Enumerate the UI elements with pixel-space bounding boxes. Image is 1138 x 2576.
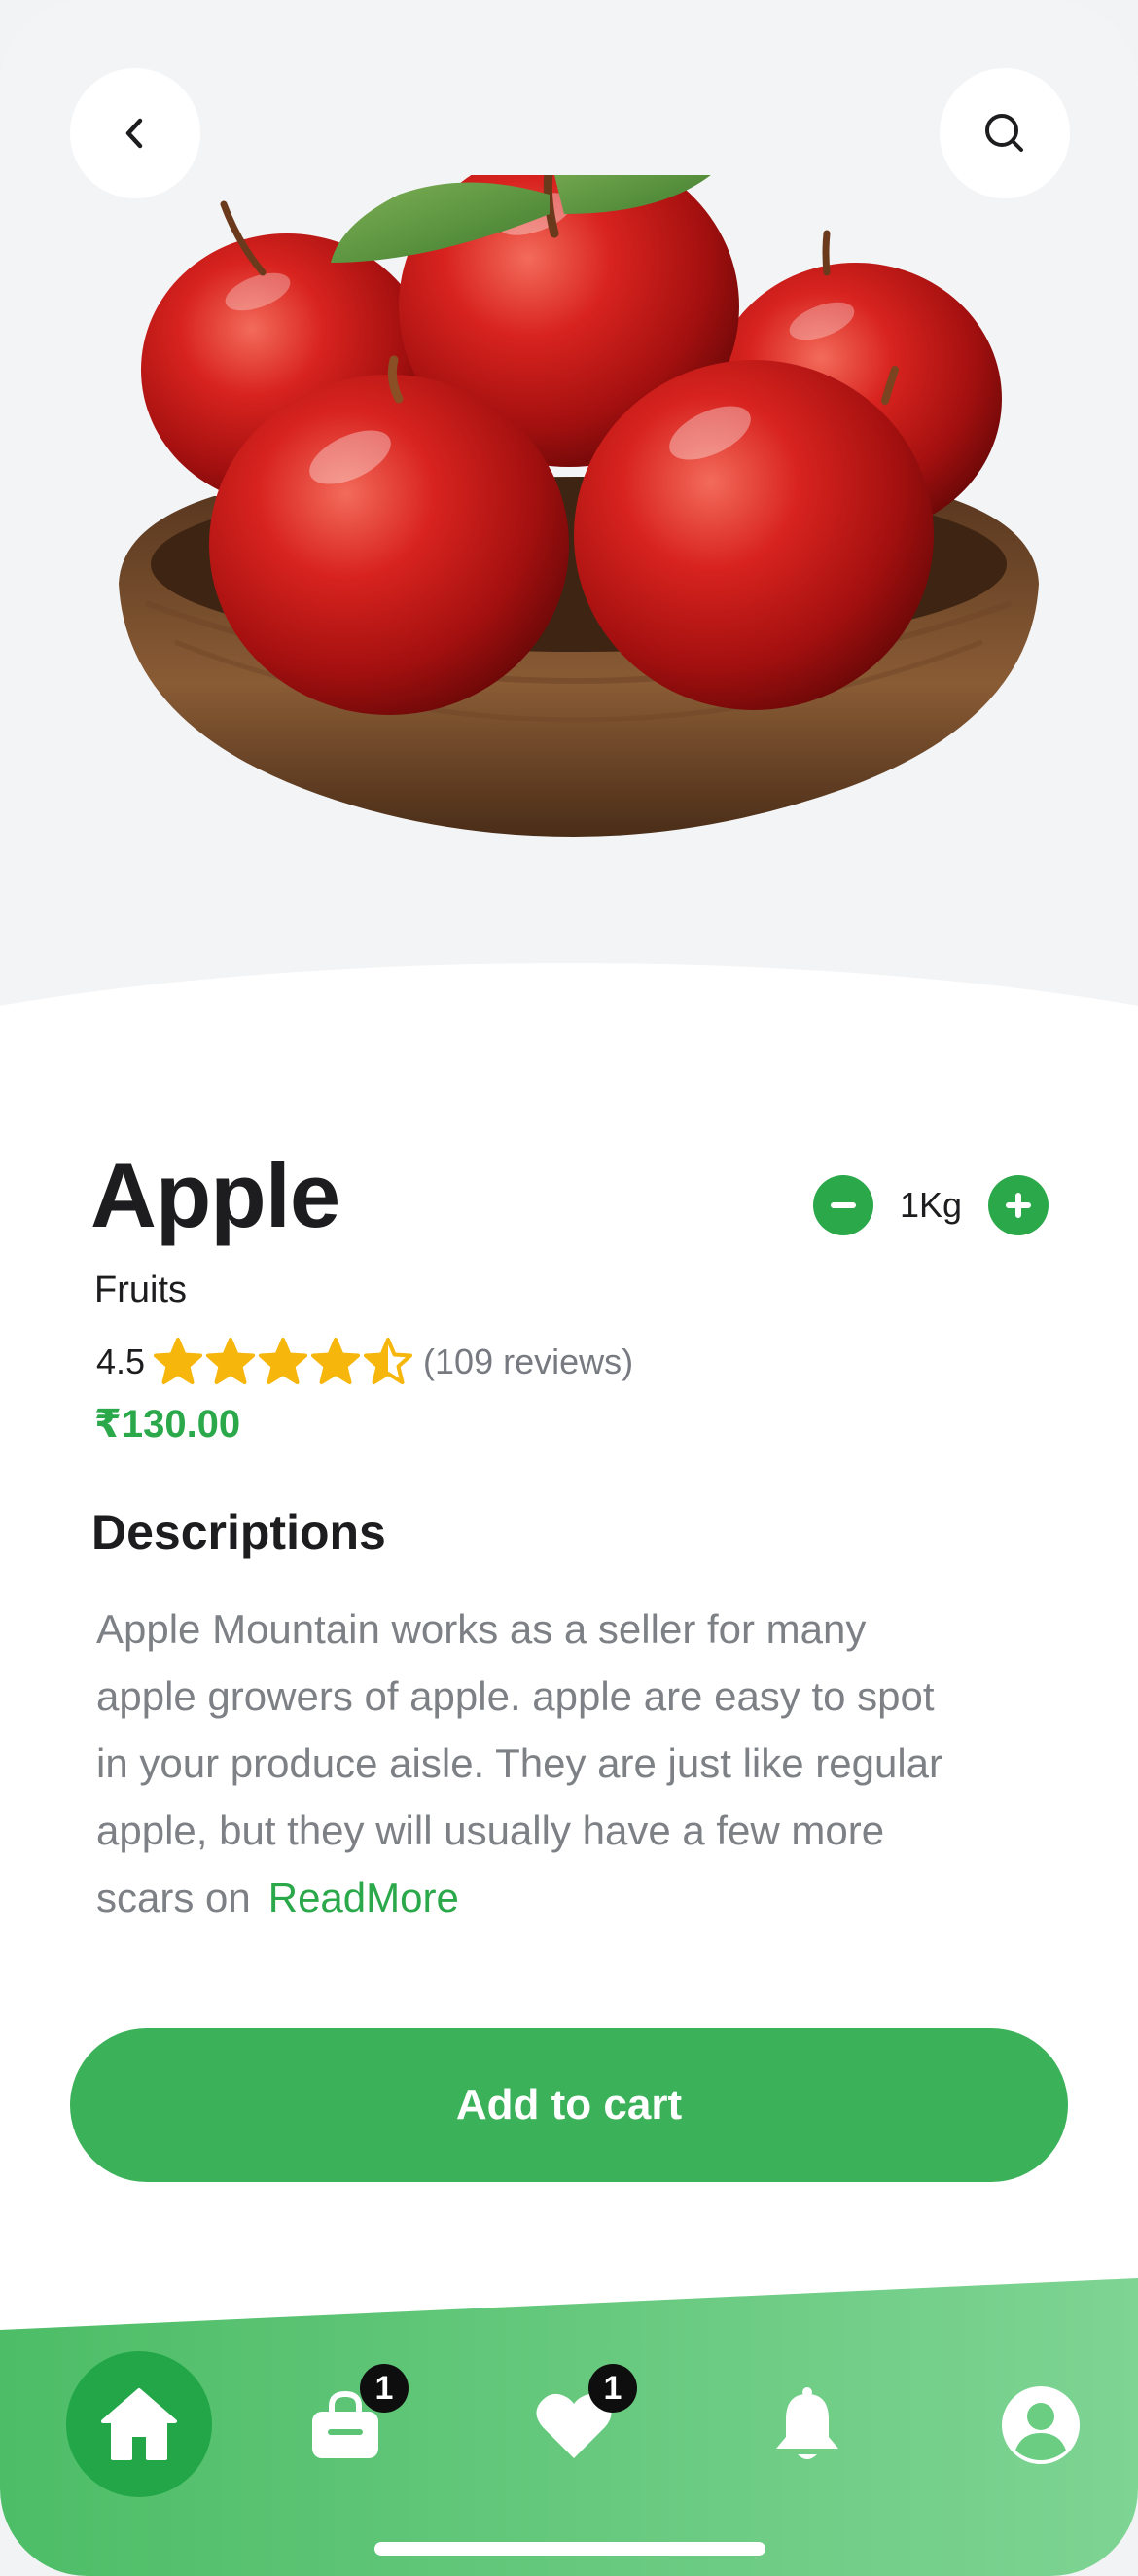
profile-icon xyxy=(1002,2386,1080,2464)
product-price: ₹130.00 xyxy=(94,1403,241,1446)
nav-cart[interactable]: 1 xyxy=(292,2364,409,2479)
description-line: apple, but they will usually have a few … xyxy=(96,1807,885,1853)
product-category: Fruits xyxy=(94,1270,187,1310)
home-icon xyxy=(101,2388,177,2460)
rating-value: 4.5 xyxy=(96,1342,146,1381)
product-hero xyxy=(0,0,1138,1664)
apple-bowl-image xyxy=(119,175,1039,837)
product-detail-screen: Apple Fruits 1Kg 4.5 (109 reviews) ₹130.… xyxy=(0,0,1138,2576)
description-line: scars on ReadMore xyxy=(96,1875,459,1920)
chevron-left-icon xyxy=(125,118,143,149)
description-text: Apple Mountain works as a seller for man… xyxy=(96,1595,1069,1931)
increase-quantity-button[interactable] xyxy=(988,1175,1049,1235)
minus-icon xyxy=(831,1202,856,1208)
search-icon xyxy=(985,114,1023,152)
nav-favorites[interactable]: 1 xyxy=(520,2364,637,2479)
description-title: Descriptions xyxy=(91,1505,386,1559)
description-line: apple growers of apple. apple are easy t… xyxy=(96,1673,935,1719)
plus-icon xyxy=(1006,1193,1031,1218)
star-icon xyxy=(154,1338,203,1384)
product-name: Apple xyxy=(90,1144,340,1246)
description-line: in your produce aisle. They are just lik… xyxy=(96,1740,943,1786)
quantity-stepper: 1Kg xyxy=(813,1175,1049,1235)
quantity-value: 1Kg xyxy=(899,1185,963,1225)
nav-profile[interactable] xyxy=(987,2372,1094,2479)
bell-icon xyxy=(776,2387,838,2459)
nav-home[interactable] xyxy=(66,2351,212,2497)
rating-stars xyxy=(153,1337,415,1387)
cart-badge: 1 xyxy=(360,2364,409,2413)
star-icon xyxy=(364,1338,413,1384)
decrease-quantity-button[interactable] xyxy=(813,1175,873,1235)
review-count[interactable]: (109 reviews) xyxy=(423,1342,633,1382)
favorites-badge: 1 xyxy=(588,2364,637,2413)
star-icon xyxy=(311,1338,361,1384)
star-icon xyxy=(206,1338,256,1384)
nav-notifications[interactable] xyxy=(754,2372,861,2479)
read-more-link[interactable]: ReadMore xyxy=(268,1875,459,1920)
add-to-cart-button[interactable]: Add to cart xyxy=(70,2028,1068,2182)
description-line: Apple Mountain works as a seller for man… xyxy=(96,1606,867,1652)
star-icon xyxy=(259,1338,308,1384)
product-rating: 4.5 (109 reviews) xyxy=(96,1333,633,1391)
home-indicator[interactable] xyxy=(374,2542,765,2556)
